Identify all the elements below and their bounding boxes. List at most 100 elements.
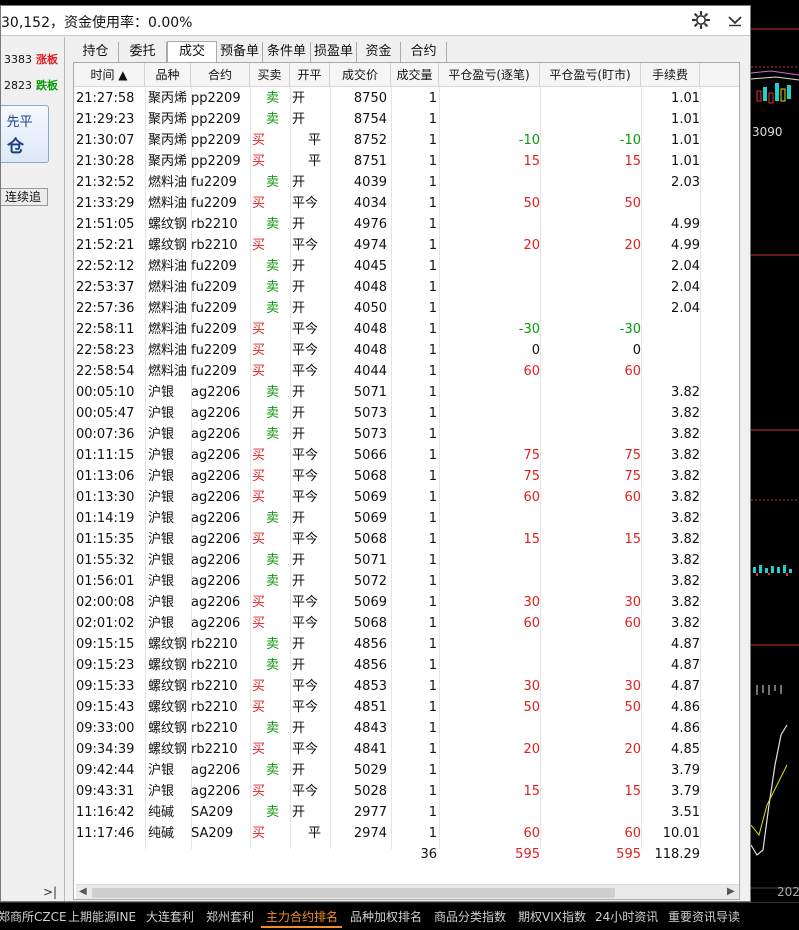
table-row[interactable]: 21:29:23 聚丙烯 pp2209 卖开 8754 1 1.01 xyxy=(74,109,739,130)
scroll-left-icon[interactable]: ◀ xyxy=(79,886,87,897)
table-row[interactable]: 09:15:23 螺纹钢 rb2210 卖开 4856 1 4.87 xyxy=(74,655,739,676)
table-row[interactable]: 02:00:08 沪银 ag2206 买 平今 5069 1 30 30 3.82 xyxy=(74,592,739,613)
chevron-down-icon[interactable] xyxy=(725,10,745,30)
table-row[interactable]: 01:55:32 沪银 ag2206 卖开 5071 1 3.82 xyxy=(74,550,739,571)
nav-option-vix[interactable]: 期权VIX指数 xyxy=(518,908,586,925)
table-row[interactable]: 09:43:31 沪银 ag2206 买 平今 5028 1 15 15 3.79 xyxy=(74,781,739,802)
tab-contracts[interactable]: 合约 xyxy=(401,42,447,62)
nav-czce[interactable]: 郑商所CZCE xyxy=(0,908,67,925)
table-row[interactable]: 01:13:30 沪银 ag2206 买 平今 5069 1 60 60 3.82 xyxy=(74,487,739,508)
cell-pnl-trade: 50 xyxy=(523,196,540,211)
table-row[interactable]: 11:16:42 纯碱 SA209 卖开 2977 1 3.51 xyxy=(74,802,739,823)
cell-fee: 1.01 xyxy=(671,91,700,106)
tab-positions[interactable]: 持仓 xyxy=(73,42,119,62)
tab-conditional-orders[interactable]: 条件单 xyxy=(263,42,311,62)
table-row[interactable]: 01:13:06 沪银 ag2206 买 平今 5068 1 75 75 3.82 xyxy=(74,466,739,487)
scroll-end-button[interactable]: >| xyxy=(43,885,59,899)
table-row[interactable]: 09:15:15 螺纹钢 rb2210 卖开 4856 1 4.87 xyxy=(74,634,739,655)
table-row[interactable]: 21:52:21 螺纹钢 rb2210 买 平今 4974 1 20 20 4.99 xyxy=(74,235,739,256)
header-pnl-mtm[interactable]: 平仓盈亏(盯市) xyxy=(540,63,641,87)
cell-pnl-mtm: 50 xyxy=(624,700,641,715)
table-row[interactable]: 22:52:12 燃料油 fu2209 卖开 4045 1 2.04 xyxy=(74,256,739,277)
cell-pnl-trade: 15 xyxy=(523,154,540,169)
cell-product: 沪银 xyxy=(148,511,175,526)
table-row[interactable]: 09:34:39 螺纹钢 rb2210 买 平今 4841 1 20 20 4.85 xyxy=(74,739,739,760)
nav-key-news[interactable]: 重要资讯导读 xyxy=(668,908,740,925)
table-row[interactable]: 22:58:11 燃料油 fu2209 买 平今 4048 1 -30 -30 xyxy=(74,319,739,340)
tab-trades[interactable]: 成交 xyxy=(167,41,217,63)
table-row[interactable]: 22:53:37 燃料油 fu2209 卖开 4048 1 2.04 xyxy=(74,277,739,298)
cell-time: 21:30:28 xyxy=(76,154,135,169)
nav-commodity-index[interactable]: 商品分类指数 xyxy=(434,908,506,925)
table-row[interactable]: 00:05:10 沪银 ag2206 卖开 5071 1 3.82 xyxy=(74,382,739,403)
cell-side: 卖 xyxy=(266,385,280,400)
table-row[interactable]: 01:15:35 沪银 ag2206 买 平今 5068 1 15 15 3.82 xyxy=(74,529,739,550)
nav-zhengzhou-arbitrage[interactable]: 郑州套利 xyxy=(206,908,254,925)
cell-side: 卖 xyxy=(266,574,280,589)
nav-ine[interactable]: 上期能源INE xyxy=(68,908,136,925)
cell-time: 22:57:36 xyxy=(76,301,135,316)
cell-pnl-trade xyxy=(439,382,540,403)
cell-side: 买 xyxy=(252,322,266,337)
cell-price: 5068 xyxy=(353,469,387,484)
cell-price: 5068 xyxy=(353,532,387,547)
cell-open-close: 开 xyxy=(292,658,306,673)
header-open-close[interactable]: 开平 xyxy=(290,63,330,87)
table-row[interactable]: 21:33:29 燃料油 fu2209 买 平今 4034 1 50 50 xyxy=(74,193,739,214)
totals-row: 36 595 595 118.29 xyxy=(74,844,739,865)
table-row[interactable]: 21:51:05 螺纹钢 rb2210 卖开 4976 1 4.99 xyxy=(74,214,739,235)
header-side[interactable]: 买卖 xyxy=(250,63,290,87)
gear-icon[interactable] xyxy=(691,10,711,30)
header-price[interactable]: 成交价 xyxy=(330,63,391,87)
tab-prepared-orders[interactable]: 预备单 xyxy=(217,42,263,62)
cell-fee: 4.87 xyxy=(671,679,700,694)
table-row[interactable]: 11:17:46 纯碱 SA209 买 平 2974 1 60 60 10.01 xyxy=(74,823,739,844)
table-row[interactable]: 09:15:43 螺纹钢 rb2210 买 平今 4851 1 50 50 4.86 xyxy=(74,697,739,718)
table-row[interactable]: 09:33:00 螺纹钢 rb2210 卖开 4843 1 4.86 xyxy=(74,718,739,739)
cell-open-close: 开 xyxy=(292,721,306,736)
tab-orders[interactable]: 委托 xyxy=(119,42,167,62)
table-row[interactable]: 22:58:23 燃料油 fu2209 买 平今 4048 1 0 0 xyxy=(74,340,739,361)
cell-product: 聚丙烯 xyxy=(148,112,188,127)
table-row[interactable]: 02:01:02 沪银 ag2206 买 平今 5068 1 60 60 3.82 xyxy=(74,613,739,634)
continuous-chase-button[interactable]: 连续追 xyxy=(1,188,48,206)
cell-contract: rb2210 xyxy=(191,217,238,232)
table-row[interactable]: 09:42:44 沪银 ag2206 卖开 5029 1 3.79 xyxy=(74,760,739,781)
tab-funds[interactable]: 资金 xyxy=(357,42,401,62)
table-row[interactable]: 21:30:07 聚丙烯 pp2209 买 平 8752 1 -10 -10 1.01 xyxy=(74,130,739,151)
table-row[interactable]: 01:11:15 沪银 ag2206 买 平今 5066 1 75 75 3.82 xyxy=(74,445,739,466)
cell-time: 01:11:15 xyxy=(76,448,135,463)
table-row[interactable]: 22:58:54 燃料油 fu2209 买 平今 4044 1 60 60 xyxy=(74,361,739,382)
nav-dalian-arbitrage[interactable]: 大连套利 xyxy=(146,908,194,925)
cell-open-close: 平今 xyxy=(292,595,319,610)
table-row[interactable]: 01:14:19 沪银 ag2206 卖开 5069 1 3.82 xyxy=(74,508,739,529)
header-product[interactable]: 品种 xyxy=(145,63,191,87)
header-time[interactable]: 时间 ▲ xyxy=(74,63,145,87)
header-contract[interactable]: 合约 xyxy=(191,63,250,87)
header-fee[interactable]: 手续费 xyxy=(641,63,700,87)
scroll-thumb[interactable] xyxy=(92,888,615,898)
table-row[interactable]: 21:27:58 聚丙烯 pp2209 卖开 8750 1 1.01 xyxy=(74,88,739,109)
table-row[interactable]: 00:07:36 沪银 ag2206 卖开 5073 1 3.82 xyxy=(74,424,739,445)
limit-down-label: 跌板 xyxy=(36,79,58,92)
cell-pnl-mtm: 15 xyxy=(624,532,641,547)
table-row[interactable]: 01:56:01 沪银 ag2206 卖开 5072 1 3.82 xyxy=(74,571,739,592)
cell-open-close: 平今 xyxy=(292,679,319,694)
cell-side: 买 xyxy=(252,154,266,169)
table-row[interactable]: 21:32:52 燃料油 fu2209 卖开 4039 1 2.03 xyxy=(74,172,739,193)
nav-24h-news[interactable]: 24小时资讯 xyxy=(595,908,658,925)
header-volume[interactable]: 成交量 xyxy=(391,63,439,87)
scroll-right-icon[interactable]: ▶ xyxy=(727,886,735,897)
tab-stop-orders[interactable]: 损盈单 xyxy=(311,42,357,62)
cell-price: 8752 xyxy=(353,133,387,148)
cell-pnl-trade xyxy=(439,172,540,193)
table-row[interactable]: 00:05:47 沪银 ag2206 卖开 5073 1 3.82 xyxy=(74,403,739,424)
table-row[interactable]: 21:30:28 聚丙烯 pp2209 买 平 8751 1 15 15 1.01 xyxy=(74,151,739,172)
table-row[interactable]: 09:15:33 螺纹钢 rb2210 买 平今 4853 1 30 30 4.87 xyxy=(74,676,739,697)
close-position-button[interactable]: 先平 仓 xyxy=(1,105,49,163)
horizontal-scrollbar[interactable]: ◀ ▶ xyxy=(76,884,739,899)
nav-main-contract-ranking[interactable]: 主力合约排名 xyxy=(266,908,338,925)
nav-weighted-ranking[interactable]: 品种加权排名 xyxy=(350,908,422,925)
table-row[interactable]: 22:57:36 燃料油 fu2209 卖开 4050 1 2.04 xyxy=(74,298,739,319)
header-pnl-trade[interactable]: 平仓盈亏(逐笔) xyxy=(439,63,540,87)
